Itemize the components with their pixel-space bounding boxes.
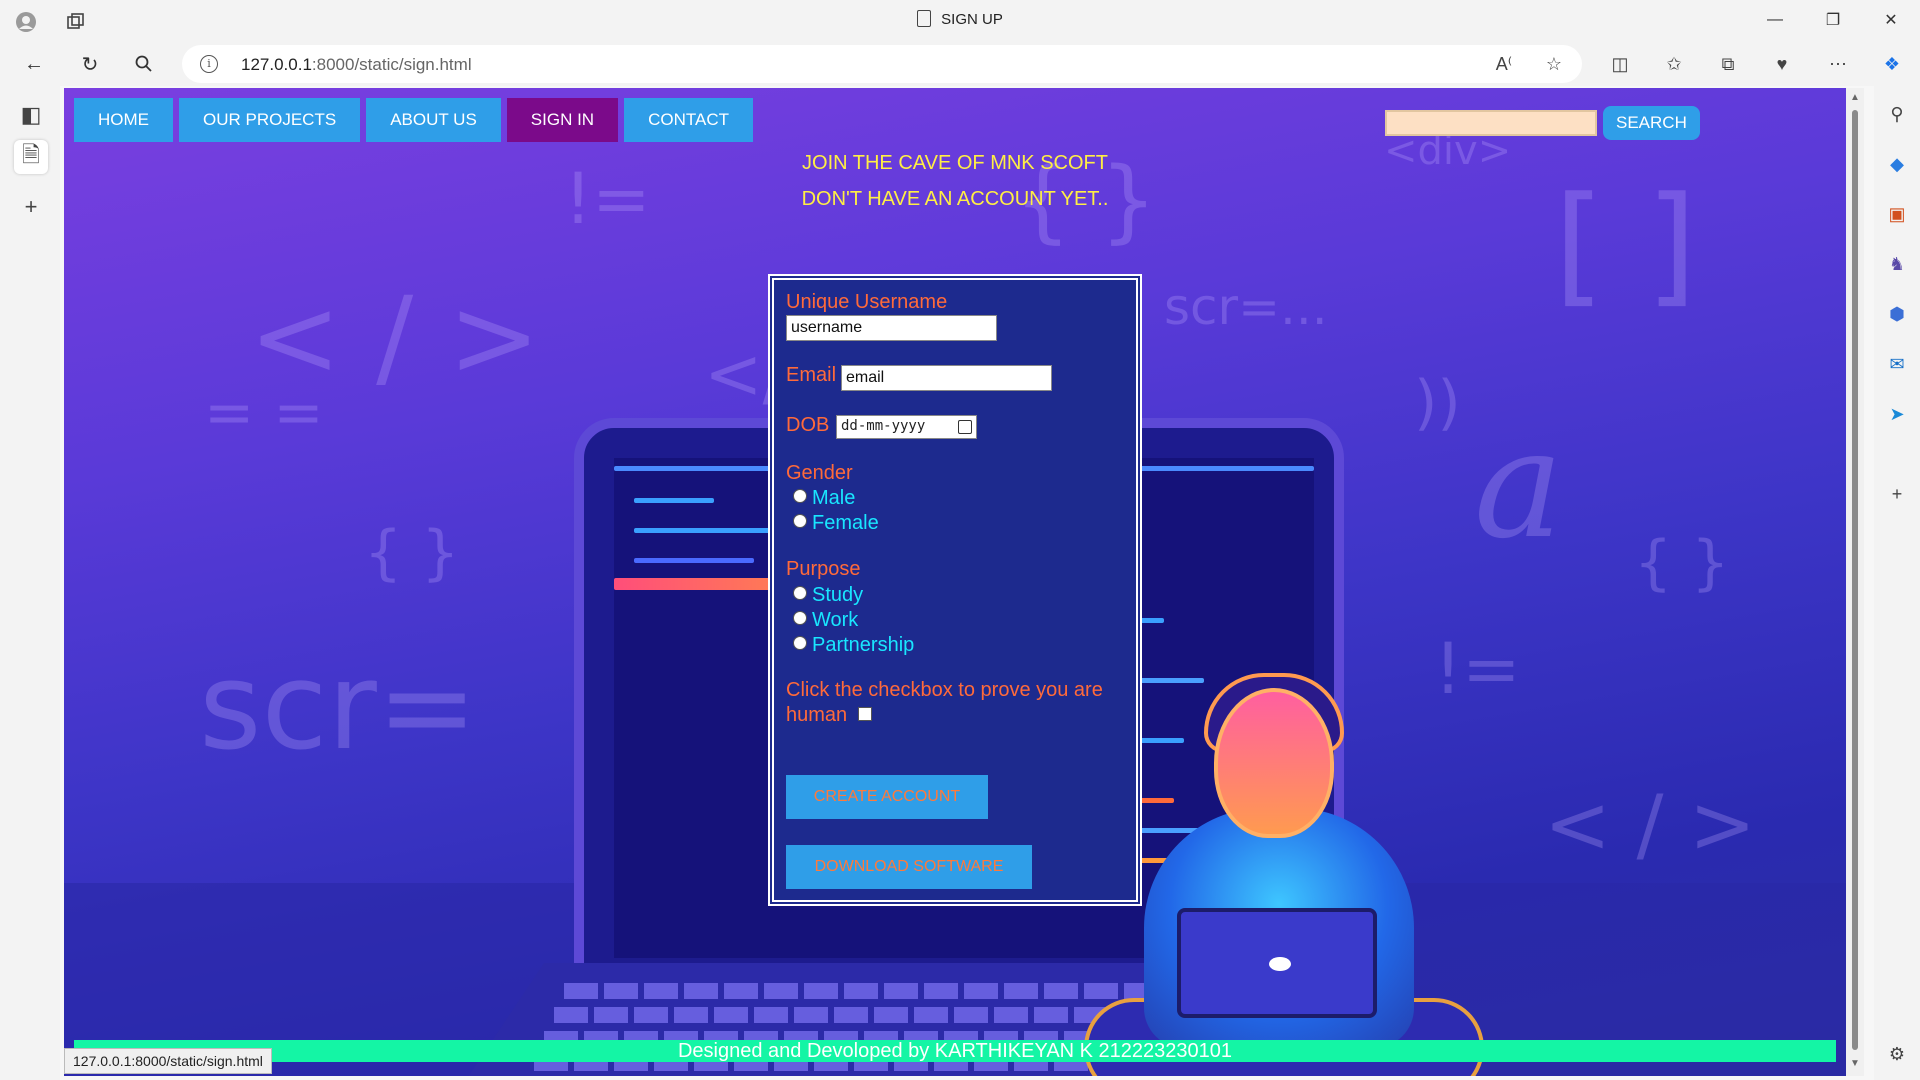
more-menu-icon[interactable]: ⋯ [1822,48,1854,80]
bg-glyph: { } [364,518,460,588]
bg-glyph: scr=... [1164,278,1328,336]
page-footer: Designed and Devoloped by KARTHIKEYAN K … [74,1040,1836,1062]
captcha-label-human: human [786,704,848,726]
favorites-icon[interactable]: ✩ [1658,48,1690,80]
split-screen-icon[interactable]: ◫ [1604,48,1636,80]
workspaces-icon[interactable] [62,8,90,36]
window-title: SIGN UP [0,10,1920,28]
office-icon[interactable]: ⬢ [1883,300,1911,328]
bg-glyph: != [1434,628,1521,710]
copilot-icon[interactable]: ❖ [1876,48,1908,80]
site-search: SEARCH [1385,106,1700,140]
bg-glyph: = = [204,378,324,448]
back-icon[interactable]: ← [18,48,50,80]
bg-glyph: < / > [249,273,541,401]
document-icon [917,10,932,27]
browser-essentials-icon[interactable]: ♥ [1766,48,1798,80]
purpose-label: Purpose [786,558,861,580]
bg-glyph: scr= [199,638,478,777]
nav-sign-in[interactable]: SIGN IN [506,98,619,142]
purpose-work-radio[interactable] [793,611,807,625]
heading-no-account: DON'T HAVE AN ACCOUNT YET.. [801,188,1109,210]
browser-toolbar: ← ↻ i 127.0.0.1:8000/static/sign.html A⁽… [0,42,1920,86]
purpose-partnership-label[interactable]: Partnership [812,634,914,657]
address-bar[interactable]: i 127.0.0.1:8000/static/sign.html [182,45,1582,83]
outlook-icon[interactable]: ✉ [1883,350,1911,378]
human-checkbox[interactable] [858,707,872,721]
bg-glyph: { } [1634,528,1730,598]
nav-about-us[interactable]: ABOUT US [366,98,501,142]
read-aloud-icon[interactable]: A⁽ [1488,48,1520,80]
create-account-button[interactable]: CREATE ACCOUNT [786,775,988,819]
search-button[interactable]: SEARCH [1603,106,1700,140]
sidebar-search-icon[interactable]: ⚲ [1883,100,1911,128]
bg-glyph: < / > [1544,778,1756,871]
url-path: :8000/static/sign.html [311,55,472,74]
bg-glyph: a [1474,398,1564,572]
search-icon[interactable] [128,48,160,80]
shopping-tag-icon[interactable]: ◆ [1883,150,1911,178]
collections-icon[interactable]: ⧉ [1712,48,1744,80]
dob-placeholder: dd-mm-yyyy [841,418,926,434]
favorite-star-icon[interactable]: ☆ [1538,48,1570,80]
purpose-study-radio[interactable] [793,586,807,600]
edge-sidebar: ⚲ ◆ ▣ ♞ ⬢ ✉ ➤ + ⚙ [1874,86,1920,1080]
gender-male-radio[interactable] [793,489,807,503]
calendar-icon[interactable] [958,420,972,434]
window-title-text: SIGN UP [941,11,1003,28]
send-icon[interactable]: ➤ [1883,400,1911,428]
status-bar-url: 127.0.0.1:8000/static/sign.html [64,1048,272,1074]
gender-label: Gender [786,462,853,484]
gender-female-label[interactable]: Female [812,512,879,535]
gender-male-label[interactable]: Male [812,487,855,510]
restore-button[interactable]: ❐ [1804,0,1862,40]
captcha-label: Click the checkbox to prove you are [786,679,1103,701]
nav-home[interactable]: HOME [74,98,173,142]
page-viewport: < / > != { } <div> [ ] scr=... </div> ))… [64,88,1846,1076]
dob-input[interactable]: dd-mm-yyyy [836,415,977,439]
email-input[interactable] [841,365,1052,391]
purpose-partnership-radio[interactable] [793,636,807,650]
active-tab-icon[interactable]: 🗎 [14,140,48,174]
search-input[interactable] [1385,110,1597,136]
dob-label: DOB [786,414,830,436]
tab-actions-icon[interactable]: ◧ [14,98,48,132]
username-label: Unique Username [786,291,948,313]
vertical-tab-strip: ◧ 🗎 + [0,86,60,1080]
bg-glyph: )) [1414,368,1461,438]
new-tab-icon[interactable]: + [14,190,48,224]
download-software-button[interactable]: DOWNLOAD SOFTWARE [786,845,1032,889]
nav-our-projects[interactable]: OUR PROJECTS [179,98,361,142]
heading-join: JOIN THE CAVE OF MNK SCOFT [802,152,1108,174]
person-laptop [1177,908,1377,1018]
close-window-button[interactable]: ✕ [1862,0,1920,40]
sidebar-add-icon[interactable]: + [1883,480,1911,508]
scrollbar-thumb[interactable] [1852,110,1858,1050]
scroll-down-arrow-icon[interactable]: ▼ [1850,1058,1860,1069]
gender-female-radio[interactable] [793,514,807,528]
purpose-work-label[interactable]: Work [812,609,858,632]
site-nav: HOME OUR PROJECTS ABOUT US SIGN IN CONTA… [74,98,753,142]
nav-contact[interactable]: CONTACT [624,98,753,142]
site-info-icon[interactable]: i [200,55,218,73]
profile-icon[interactable] [12,8,40,36]
url-host: 127.0.0.1 [241,55,312,74]
url-text[interactable]: 127.0.0.1:8000/static/sign.html [241,55,472,75]
sidebar-settings-icon[interactable]: ⚙ [1883,1040,1911,1068]
username-input[interactable] [786,315,997,341]
refresh-icon[interactable]: ↻ [74,48,106,80]
minimize-button[interactable]: — [1746,0,1804,40]
page-scrollbar[interactable]: ▲ ▼ [1846,88,1864,1076]
browser-title-bar: SIGN UP — ❐ ✕ [0,0,1920,42]
purpose-study-label[interactable]: Study [812,584,863,607]
email-label: Email [786,364,837,386]
person-illustration-head [1214,688,1334,838]
tools-briefcase-icon[interactable]: ▣ [1883,200,1911,228]
games-icon[interactable]: ♞ [1883,250,1911,278]
scroll-up-arrow-icon[interactable]: ▲ [1850,92,1860,103]
